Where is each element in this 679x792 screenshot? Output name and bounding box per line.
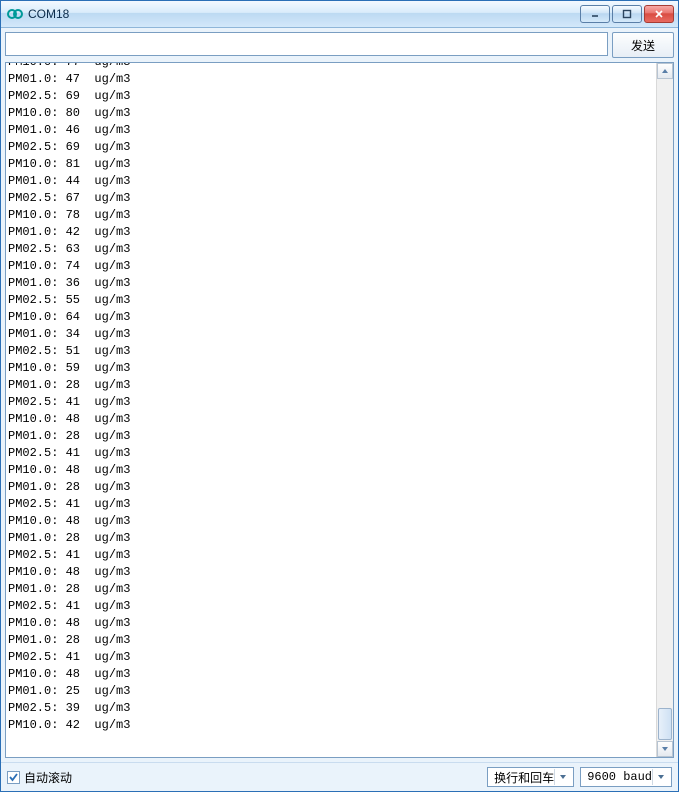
serial-line: PM10.0: 64 ug/m3 [8, 309, 654, 326]
serial-line: PM02.5: 41 ug/m3 [8, 547, 654, 564]
serial-line: PM02.5: 39 ug/m3 [8, 700, 654, 717]
vertical-scrollbar[interactable] [656, 63, 673, 757]
line-ending-selected: 换行和回车 [494, 769, 554, 786]
serial-line: PM02.5: 41 ug/m3 [8, 445, 654, 462]
serial-line: PM10.0: 77 ug/m3 [8, 62, 654, 71]
serial-line: PM01.0: 36 ug/m3 [8, 275, 654, 292]
window-controls [580, 5, 676, 23]
serial-line: PM01.0: 28 ug/m3 [8, 632, 654, 649]
maximize-button[interactable] [612, 5, 642, 23]
serial-output-area: PM10.0: 77 ug/m3PM01.0: 47 ug/m3PM02.5: … [5, 62, 674, 758]
serial-line: PM01.0: 28 ug/m3 [8, 479, 654, 496]
serial-line: PM02.5: 69 ug/m3 [8, 139, 654, 156]
titlebar[interactable]: COM18 [1, 1, 678, 28]
serial-line: PM01.0: 28 ug/m3 [8, 581, 654, 598]
serial-line: PM10.0: 42 ug/m3 [8, 717, 654, 734]
serial-line: PM02.5: 41 ug/m3 [8, 394, 654, 411]
serial-line: PM10.0: 48 ug/m3 [8, 411, 654, 428]
autoscroll-checkbox[interactable] [7, 771, 20, 784]
serial-line: PM10.0: 80 ug/m3 [8, 105, 654, 122]
serial-line: PM01.0: 28 ug/m3 [8, 377, 654, 394]
serial-line: PM01.0: 42 ug/m3 [8, 224, 654, 241]
baud-select[interactable]: 9600 baud [580, 767, 672, 787]
serial-line: PM10.0: 59 ug/m3 [8, 360, 654, 377]
autoscroll-label: 自动滚动 [24, 769, 72, 786]
chevron-down-icon [652, 769, 669, 785]
serial-line: PM10.0: 48 ug/m3 [8, 564, 654, 581]
line-ending-select[interactable]: 换行和回车 [487, 767, 574, 787]
scroll-down-button[interactable] [657, 741, 673, 757]
serial-line: PM01.0: 44 ug/m3 [8, 173, 654, 190]
serial-line: PM02.5: 69 ug/m3 [8, 88, 654, 105]
serial-line: PM01.0: 28 ug/m3 [8, 428, 654, 445]
serial-line: PM02.5: 41 ug/m3 [8, 598, 654, 615]
serial-line: PM10.0: 48 ug/m3 [8, 666, 654, 683]
serial-output[interactable]: PM10.0: 77 ug/m3PM01.0: 47 ug/m3PM02.5: … [6, 62, 656, 757]
serial-line: PM02.5: 41 ug/m3 [8, 496, 654, 513]
serial-monitor-window: COM18 发送 PM10.0: 77 ug/m3PM01.0: 47 ug/m… [0, 0, 679, 792]
serial-line: PM02.5: 63 ug/m3 [8, 241, 654, 258]
baud-selected: 9600 baud [587, 770, 652, 784]
serial-line: PM02.5: 41 ug/m3 [8, 649, 654, 666]
minimize-button[interactable] [580, 5, 610, 23]
autoscroll-toggle[interactable]: 自动滚动 [7, 769, 72, 786]
arduino-icon [7, 6, 23, 22]
serial-line: PM02.5: 55 ug/m3 [8, 292, 654, 309]
serial-line: PM01.0: 34 ug/m3 [8, 326, 654, 343]
serial-line: PM10.0: 48 ug/m3 [8, 513, 654, 530]
serial-line: PM02.5: 51 ug/m3 [8, 343, 654, 360]
scroll-up-button[interactable] [657, 63, 673, 79]
scroll-thumb[interactable] [658, 708, 672, 740]
serial-input[interactable] [5, 32, 608, 56]
send-button-label: 发送 [631, 37, 655, 54]
send-row: 发送 [1, 28, 678, 62]
serial-line: PM10.0: 48 ug/m3 [8, 615, 654, 632]
serial-line: PM01.0: 47 ug/m3 [8, 71, 654, 88]
statusbar: 自动滚动 换行和回车 9600 baud [1, 762, 678, 791]
chevron-down-icon [554, 769, 571, 785]
serial-line: PM10.0: 78 ug/m3 [8, 207, 654, 224]
serial-line: PM01.0: 28 ug/m3 [8, 530, 654, 547]
close-button[interactable] [644, 5, 674, 23]
serial-line: PM10.0: 81 ug/m3 [8, 156, 654, 173]
serial-line: PM10.0: 48 ug/m3 [8, 462, 654, 479]
serial-line: PM10.0: 74 ug/m3 [8, 258, 654, 275]
serial-line: PM02.5: 67 ug/m3 [8, 190, 654, 207]
serial-line: PM01.0: 25 ug/m3 [8, 683, 654, 700]
send-button[interactable]: 发送 [612, 32, 674, 58]
serial-line: PM01.0: 46 ug/m3 [8, 122, 654, 139]
window-title: COM18 [28, 7, 69, 21]
